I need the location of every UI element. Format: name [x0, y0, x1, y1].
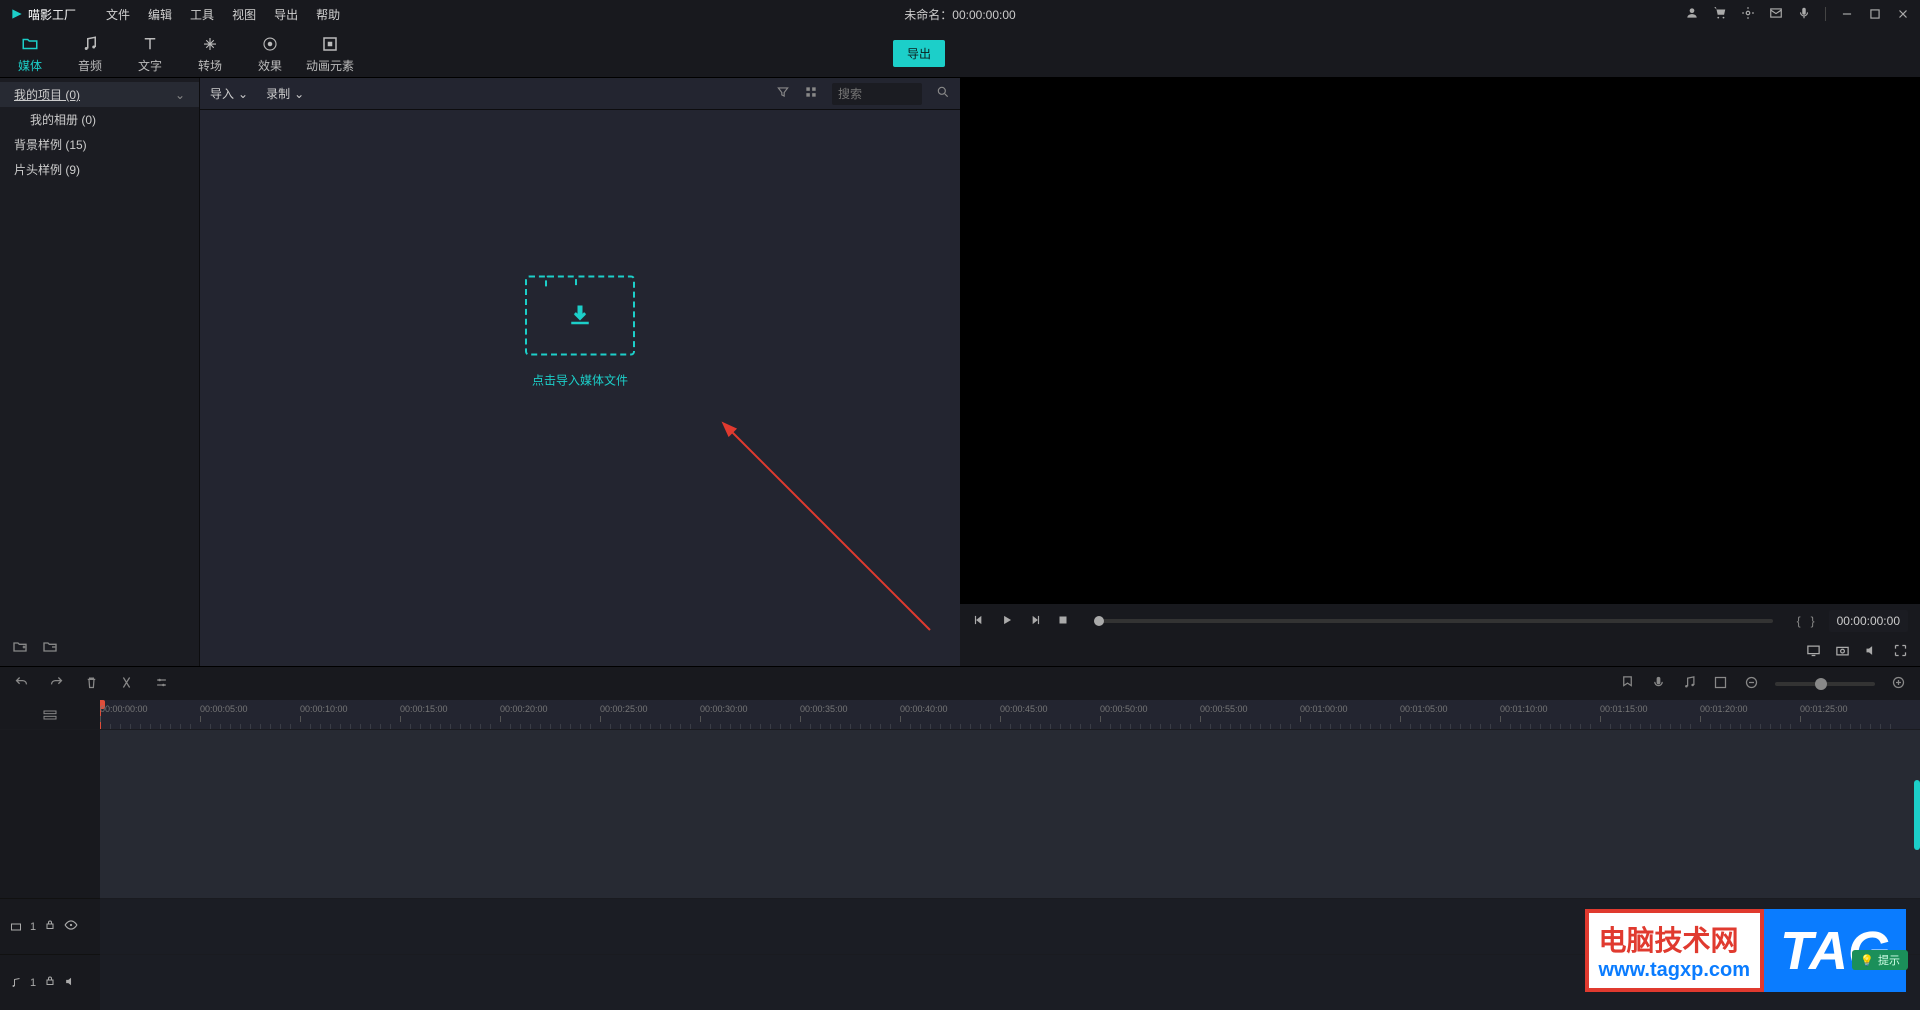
maximize-button[interactable] — [1868, 7, 1882, 21]
timeline-settings-icon[interactable] — [0, 700, 100, 729]
split-button[interactable] — [119, 675, 134, 693]
undo-button[interactable] — [14, 675, 29, 693]
zoom-out-button[interactable] — [1744, 675, 1759, 693]
timeline-toolbar — [0, 666, 1920, 700]
music-icon[interactable] — [1682, 675, 1697, 693]
tab-transition[interactable]: 转场 — [180, 31, 240, 74]
speaker-icon[interactable] — [64, 975, 77, 991]
hint-badge[interactable]: 💡提示 — [1852, 950, 1908, 970]
lock-icon[interactable] — [44, 919, 56, 934]
delete-folder-icon[interactable] — [42, 639, 58, 658]
playback-progress[interactable] — [1094, 619, 1773, 623]
next-frame-button[interactable] — [1028, 613, 1042, 630]
menu-export[interactable]: 导出 — [274, 6, 298, 23]
level-meter — [1914, 780, 1920, 850]
chevron-down-icon: ⌄ — [175, 88, 185, 102]
video-track-head[interactable]: 1 — [0, 898, 100, 954]
menu-view[interactable]: 视图 — [232, 6, 256, 23]
link-icon[interactable] — [1741, 6, 1755, 23]
window-title: 未命名：00:00:00:00 — [904, 6, 1015, 23]
mail-icon[interactable] — [1769, 6, 1783, 23]
volume-icon[interactable] — [1864, 643, 1879, 661]
play-button[interactable] — [1000, 613, 1014, 630]
close-button[interactable] — [1896, 7, 1910, 21]
stop-button[interactable] — [1056, 613, 1070, 630]
sidebar-item-my-album[interactable]: 我的相册 (0) — [0, 107, 199, 132]
tab-effects[interactable]: 效果 — [240, 31, 300, 74]
tab-text[interactable]: 文字 — [120, 31, 180, 74]
menu-help[interactable]: 帮助 — [316, 6, 340, 23]
redo-button[interactable] — [49, 675, 64, 693]
import-dropdown[interactable]: 导入⌄ — [210, 85, 248, 102]
adjust-button[interactable] — [154, 675, 169, 693]
search-icon[interactable] — [936, 85, 950, 102]
render-icon[interactable] — [1713, 675, 1728, 693]
audio-track-head[interactable]: 1 — [0, 954, 100, 1010]
new-folder-icon[interactable] — [12, 639, 28, 658]
zoom-slider[interactable] — [1775, 682, 1875, 686]
record-dropdown[interactable]: 录制⌄ — [266, 85, 304, 102]
cart-icon[interactable] — [1713, 6, 1727, 23]
preview-panel: { } 00:00:00:00 — [960, 78, 1920, 666]
app-name: 喵影工厂 — [28, 6, 76, 23]
dropzone-label: 点击导入媒体文件 — [532, 372, 628, 389]
zoom-in-button[interactable] — [1891, 675, 1906, 693]
tool-tabs: 媒体 音频 文字 转场 效果 动画元素 导出 — [0, 28, 1920, 78]
marker-icon[interactable] — [1620, 675, 1635, 693]
fullscreen-icon[interactable] — [1893, 643, 1908, 661]
prev-frame-button[interactable] — [972, 613, 986, 630]
search-input[interactable] — [832, 83, 922, 105]
export-button[interactable]: 导出 — [893, 40, 945, 67]
tab-audio[interactable]: 音频 — [60, 31, 120, 74]
lock-icon[interactable] — [44, 975, 56, 990]
bracket-icon[interactable]: { } — [1797, 614, 1815, 628]
screenshot-display-icon[interactable] — [1806, 643, 1821, 661]
sidebar-item-bg-samples[interactable]: 背景样例 (15) — [0, 132, 199, 157]
filter-icon[interactable] — [776, 85, 790, 102]
tab-media[interactable]: 媒体 — [0, 31, 60, 74]
mic-icon[interactable] — [1797, 6, 1811, 23]
chevron-down-icon: ⌄ — [238, 87, 248, 101]
tab-motion[interactable]: 动画元素 — [300, 31, 360, 74]
delete-button[interactable] — [84, 675, 99, 693]
menu-file[interactable]: 文件 — [106, 6, 130, 23]
eye-icon[interactable] — [64, 918, 78, 935]
time-ruler[interactable]: 00:00:00:0000:00:05:0000:00:10:0000:00:1… — [100, 700, 1920, 729]
voiceover-icon[interactable] — [1651, 675, 1666, 693]
menu-tool[interactable]: 工具 — [190, 6, 214, 23]
app-logo: 喵影工厂 — [10, 6, 76, 23]
annotation-arrow — [720, 420, 940, 640]
grid-view-icon[interactable] — [804, 85, 818, 102]
chevron-down-icon: ⌄ — [294, 87, 304, 101]
video-preview — [960, 78, 1920, 604]
title-bar: 喵影工厂 文件 编辑 工具 视图 导出 帮助 未命名：00:00:00:00 — [0, 0, 1920, 28]
menu-edit[interactable]: 编辑 — [148, 6, 172, 23]
preview-timecode: 00:00:00:00 — [1829, 610, 1908, 632]
sidebar-item-my-projects[interactable]: 我的项目 (0)⌄ — [0, 82, 199, 107]
import-media-dropzone[interactable]: 点击导入媒体文件 — [525, 276, 635, 389]
user-icon[interactable] — [1685, 6, 1699, 23]
sidebar-item-intro-samples[interactable]: 片头样例 (9) — [0, 157, 199, 182]
main-menu: 文件 编辑 工具 视图 导出 帮助 — [106, 6, 340, 23]
sidebar: 我的项目 (0)⌄ 我的相册 (0) 背景样例 (15) 片头样例 (9) — [0, 78, 200, 666]
snapshot-icon[interactable] — [1835, 643, 1850, 661]
minimize-button[interactable] — [1840, 7, 1854, 21]
media-panel: 导入⌄ 录制⌄ 点击导入媒体文件 — [200, 78, 960, 666]
